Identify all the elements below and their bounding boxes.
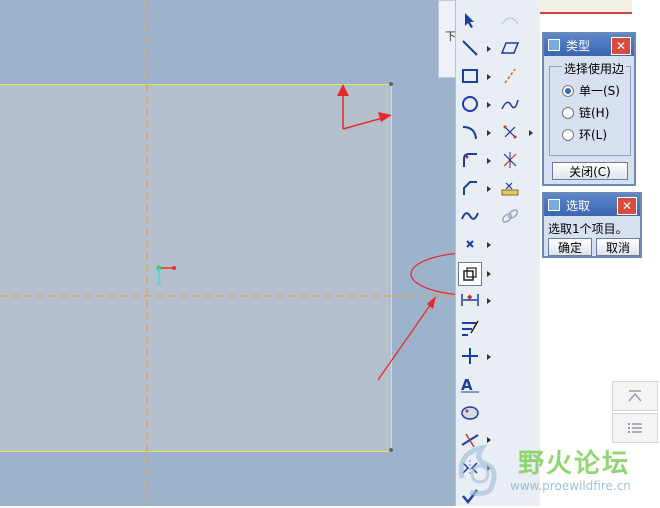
centerline-tangent-tool[interactable] xyxy=(498,8,522,32)
arc-tool-flyout[interactable] xyxy=(487,130,491,136)
ruler-tool[interactable] xyxy=(498,176,522,200)
arc-tool[interactable] xyxy=(458,120,482,144)
arc-icon xyxy=(462,126,477,140)
cancel-button[interactable]: 取消 xyxy=(596,238,640,256)
select-message: 选取1个项目。 xyxy=(548,222,628,236)
type-dialog: 类型 ✕ 选择使用边 单一(S) 链(H) 环(L) 关闭(C) xyxy=(542,32,636,186)
option-chain-label: 链(H) xyxy=(579,106,610,120)
point-icon xyxy=(466,240,474,248)
type-dialog-title: 类型 xyxy=(566,38,591,53)
constraint-tool-flyout[interactable] xyxy=(487,354,491,360)
line-tool-flyout[interactable] xyxy=(487,46,491,52)
select-dialog: 选取 ✕ 选取1个项目。 确定 取消 xyxy=(542,192,642,258)
scroll-top-button[interactable] xyxy=(612,381,658,411)
pointer-icon xyxy=(465,13,474,28)
svg-text:◆: ◆ xyxy=(467,293,473,301)
list-view-button[interactable] xyxy=(612,413,658,443)
sketch-toolbar: ◆ A xyxy=(455,0,541,506)
scroll-top-icon xyxy=(628,390,642,402)
close-icon: ✕ xyxy=(621,199,633,213)
radio-chain[interactable] xyxy=(562,106,574,119)
dimension-tool-flyout[interactable] xyxy=(487,298,491,304)
fillet-icon xyxy=(463,153,477,167)
geometry-point-icon xyxy=(503,152,517,168)
select-dialog-close-button[interactable]: ✕ xyxy=(617,197,637,215)
chamfer-tool-flyout[interactable] xyxy=(487,186,491,192)
spline-tool[interactable] xyxy=(458,204,482,228)
circle-tool[interactable] xyxy=(458,92,482,116)
canvas-overlay xyxy=(0,0,455,506)
type-dialog-close-button[interactable]: ✕ xyxy=(611,37,631,55)
conic-tool[interactable] xyxy=(498,92,522,116)
edge-selection-group-label: 选择使用边 xyxy=(562,60,627,77)
window-icon xyxy=(548,199,560,211)
option-single[interactable]: 单一(S) xyxy=(562,82,620,99)
chamfer-tool[interactable] xyxy=(458,176,482,200)
use-edge-icon xyxy=(463,267,477,281)
coordinate-system-tool[interactable] xyxy=(498,120,522,144)
conic-icon xyxy=(501,99,519,110)
highlight-ellipse xyxy=(410,253,455,295)
dimension-tool[interactable]: ◆ xyxy=(458,288,482,312)
palette-tool[interactable] xyxy=(458,400,482,424)
watermark-text: 野火论坛 xyxy=(518,449,631,479)
option-loop[interactable]: 环(L) xyxy=(562,126,607,143)
modify-tool[interactable] xyxy=(458,316,482,340)
point-tool[interactable] xyxy=(458,232,482,256)
chain-tool[interactable] xyxy=(498,204,522,228)
radio-loop[interactable] xyxy=(562,128,574,141)
dimension-icon: ◆ xyxy=(461,293,479,306)
corner-point-bottom-right xyxy=(389,448,393,452)
rectangle-icon xyxy=(462,69,478,83)
corner-point-top-right xyxy=(389,82,393,86)
select-tool[interactable] xyxy=(458,8,482,32)
line-tool[interactable] xyxy=(458,36,482,60)
chamfer-icon xyxy=(463,181,477,195)
option-loop-label: 环(L) xyxy=(579,128,608,142)
watermark-logo xyxy=(458,444,497,497)
option-chain[interactable]: 链(H) xyxy=(562,104,609,121)
rectangle-tool-flyout[interactable] xyxy=(487,74,491,80)
annotation-arrow-right xyxy=(342,116,387,130)
select-dialog-title: 选取 xyxy=(566,198,591,213)
circle-tool-flyout[interactable] xyxy=(487,102,491,108)
list-icon xyxy=(628,423,642,433)
circle-icon xyxy=(462,96,478,112)
window-icon xyxy=(548,39,560,51)
radio-single[interactable] xyxy=(562,84,574,97)
geometry-point-tool[interactable] xyxy=(498,148,522,172)
constraint-tool[interactable] xyxy=(458,344,482,368)
watermark-url: www.proewildfire.cn xyxy=(510,479,631,493)
use-edge-tool[interactable] xyxy=(458,262,482,286)
constraint-icon xyxy=(462,348,478,364)
sketch-grid-icon xyxy=(501,17,519,25)
palette-icon xyxy=(461,406,479,420)
line-icon xyxy=(462,40,478,56)
chain-icon xyxy=(501,209,519,223)
thumbnail-strip xyxy=(540,0,632,14)
text-icon: A xyxy=(461,376,479,393)
graphics-canvas[interactable] xyxy=(0,0,455,506)
parallelogram-icon xyxy=(501,42,519,54)
coordinate-system-flyout[interactable] xyxy=(529,130,533,136)
annotation-pointer-arrow xyxy=(377,300,434,381)
centerline-icon xyxy=(504,68,516,84)
option-single-label: 单一(S) xyxy=(579,84,620,98)
type-close-button[interactable]: 关闭(C) xyxy=(552,162,628,180)
text-tool[interactable]: A xyxy=(458,372,482,396)
modify-icon xyxy=(462,320,479,336)
svg-text:A: A xyxy=(461,376,473,393)
coordinate-system-icon xyxy=(503,125,517,139)
rectangle-tool[interactable] xyxy=(458,64,482,88)
ok-button[interactable]: 确定 xyxy=(548,238,592,256)
centerline-tool[interactable] xyxy=(498,64,522,88)
parallelogram-tool[interactable] xyxy=(498,36,522,60)
point-tool-flyout[interactable] xyxy=(487,242,491,248)
fillet-tool[interactable] xyxy=(458,148,482,172)
ruler-icon xyxy=(501,182,519,196)
spline-icon xyxy=(461,212,479,220)
use-edge-tool-flyout[interactable] xyxy=(487,271,491,277)
fillet-tool-flyout[interactable] xyxy=(487,158,491,164)
close-icon: ✕ xyxy=(615,39,627,53)
